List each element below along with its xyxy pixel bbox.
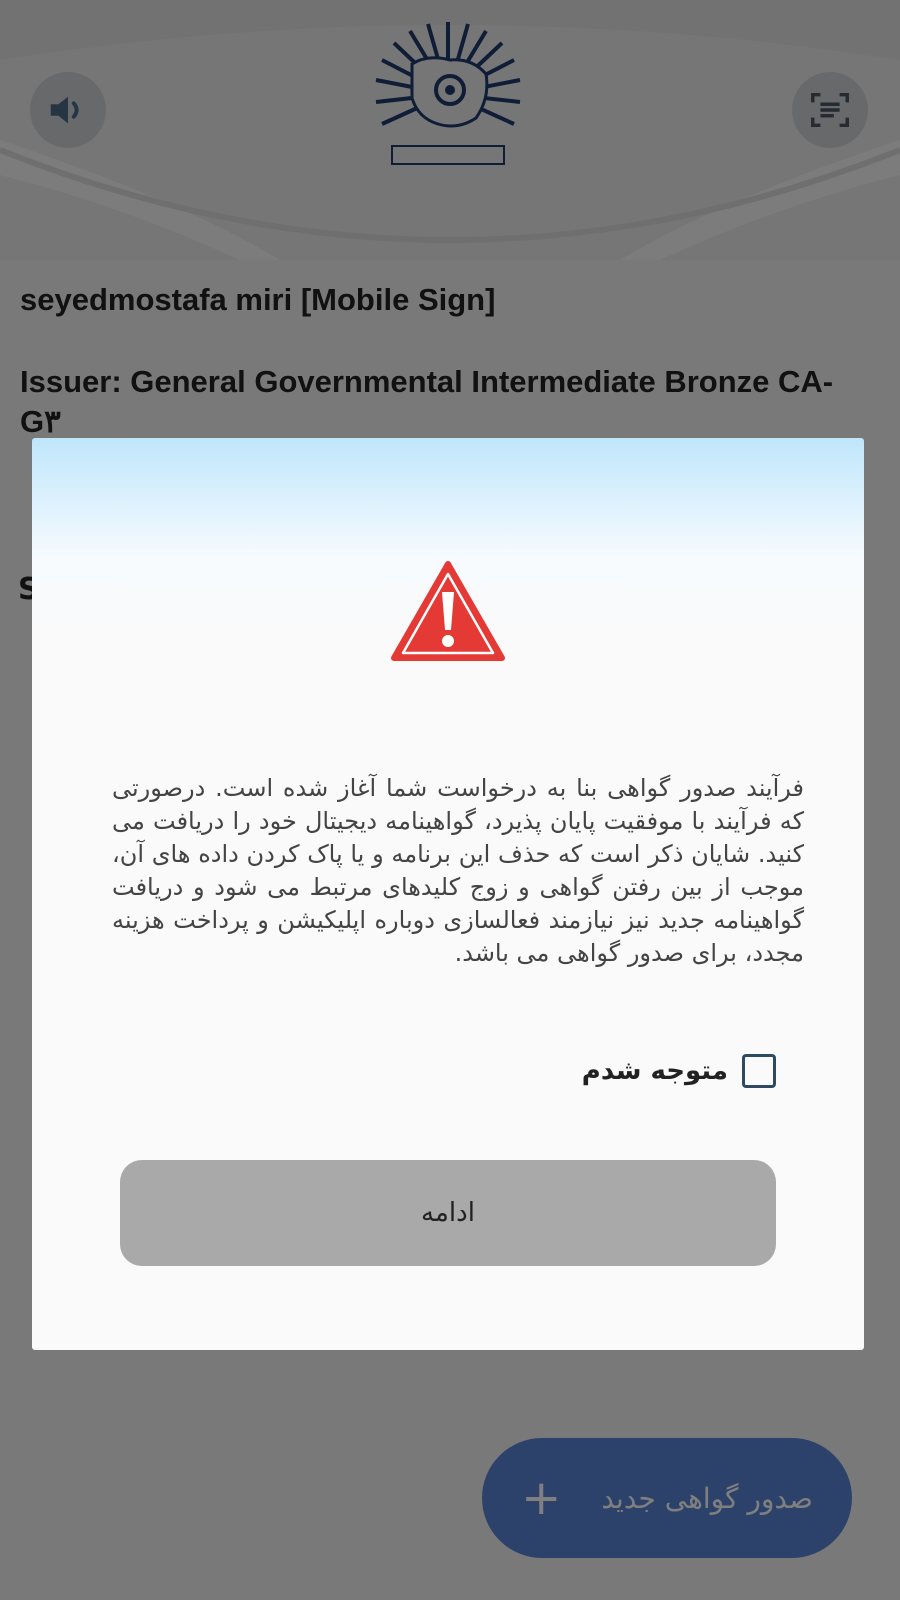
- acknowledge-label[interactable]: متوجه شدم: [582, 1056, 728, 1086]
- certificate-screen: seyedmostafa miri [Mobile Sign] Issuer: …: [0, 0, 900, 1600]
- dialog-message: فرآیند صدور گواهی بنا به درخواست شما آغا…: [112, 774, 804, 967]
- certificate-issuance-dialog: فرآیند صدور گواهی بنا به درخواست شما آغا…: [32, 438, 864, 1350]
- continue-button[interactable]: ادامه: [120, 1160, 776, 1266]
- warning-triangle-icon: [391, 561, 505, 661]
- acknowledge-checkbox[interactable]: [742, 1054, 776, 1088]
- acknowledge-row[interactable]: متوجه شدم: [582, 1054, 776, 1088]
